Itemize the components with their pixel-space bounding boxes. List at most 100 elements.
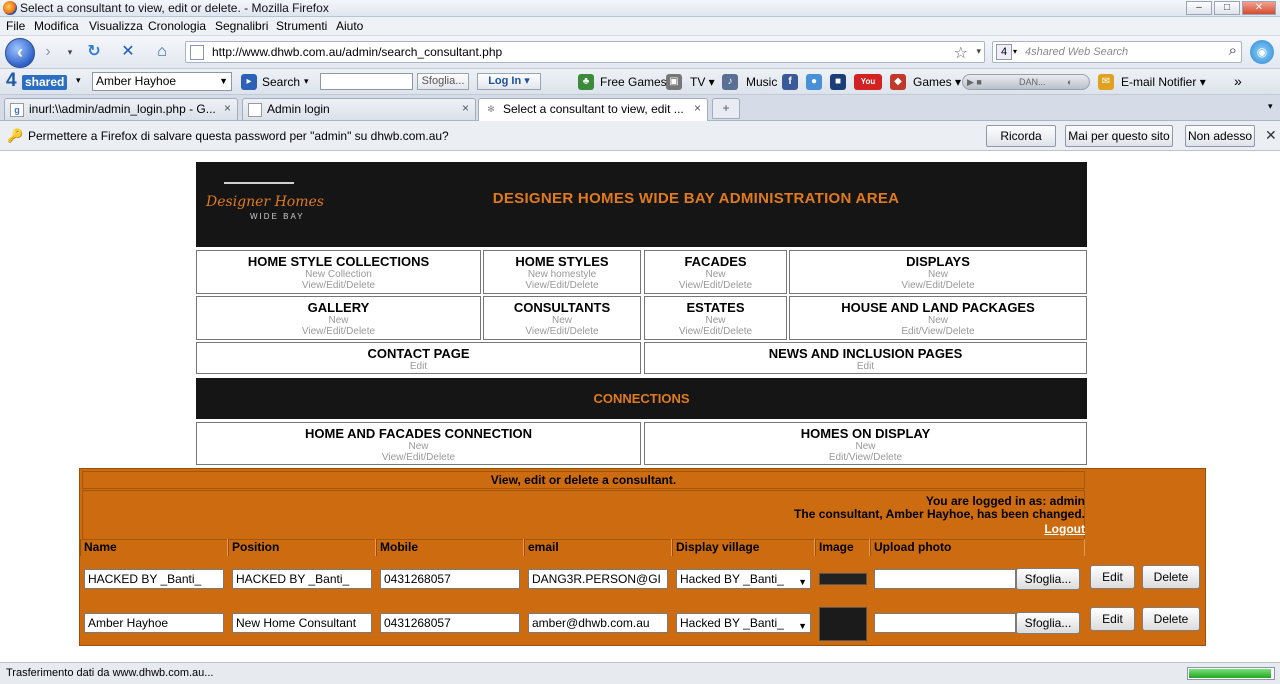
search-input[interactable]: 4shared Web Search: [1025, 46, 1128, 58]
nav-estates[interactable]: ESTATES New View/Edit/Delete: [644, 296, 787, 340]
position-field[interactable]: New Home Consultant: [232, 613, 372, 633]
delete-button[interactable]: Delete: [1142, 607, 1200, 631]
menu-cronologia[interactable]: Cronologia: [148, 19, 206, 33]
play-icon[interactable]: ▶ ■: [967, 75, 982, 89]
url-text[interactable]: http://www.dhwb.com.au/admin/search_cons…: [212, 45, 502, 59]
nav-home-style-collections[interactable]: HOME STYLE COLLECTIONS New Collection Vi…: [196, 250, 481, 294]
nav-news-and-inclusion-pages[interactable]: NEWS AND INCLUSION PAGES Edit: [644, 342, 1087, 374]
status-text: Trasferimento dati da www.dhwb.com.au...: [6, 667, 214, 679]
mobile-field[interactable]: 0431268057: [380, 613, 520, 633]
nav-home-styles[interactable]: HOME STYLES New homestyle View/Edit/Dele…: [483, 250, 641, 294]
col-header-upload-photo: Upload photo: [870, 539, 1085, 556]
site-header: Designer Homes WIDE BAY DESIGNER HOMES W…: [196, 162, 1087, 247]
tab-bar: g inurl:\\admin/admin_login.php - G... ×…: [0, 95, 1280, 121]
radio-player[interactable]: ▶ ■ DAN... ◐: [962, 74, 1090, 90]
addon-globe-icon[interactable]: ◉: [1250, 40, 1274, 64]
close-window-button[interactable]: ✕: [1242, 1, 1276, 15]
toolbar-music[interactable]: Music: [746, 75, 777, 89]
mobile-field[interactable]: 0431268057: [380, 569, 520, 589]
toolbar-search-button[interactable]: Search: [262, 75, 300, 89]
messenger-icon[interactable]: ●: [806, 74, 822, 90]
facebook-icon[interactable]: f: [782, 74, 798, 90]
back-button[interactable]: ‹: [5, 38, 35, 68]
toolbar-overflow[interactable]: »: [1234, 73, 1242, 89]
name-field[interactable]: HACKED BY _Banti_: [84, 569, 224, 589]
bookmark-star-icon[interactable]: ☆: [954, 43, 968, 63]
youtube-icon[interactable]: You: [854, 74, 882, 90]
name-field[interactable]: Amber Hayhoe: [84, 613, 224, 633]
account-select[interactable]: Amber Hayhoe ▼: [92, 72, 232, 91]
menu-strumenti[interactable]: Strumenti: [276, 19, 327, 33]
tab-admin-login[interactable]: Admin login ×: [242, 98, 476, 120]
upload-photo-field[interactable]: [874, 569, 1016, 589]
browse-button[interactable]: Sfoglia...: [1016, 612, 1080, 634]
edit-button[interactable]: Edit: [1090, 565, 1135, 589]
display-village-select[interactable]: Hacked BY _Banti_ ▼: [676, 613, 811, 633]
url-bar[interactable]: http://www.dhwb.com.au/admin/search_cons…: [185, 41, 985, 63]
toolbar-tv[interactable]: TV ▾: [690, 75, 715, 89]
search-toolbar-icon[interactable]: ▸: [241, 74, 257, 90]
close-icon[interactable]: ✕: [1265, 127, 1277, 144]
forward-icon[interactable]: ›: [38, 42, 58, 62]
menu-visualizza[interactable]: Visualizza: [89, 19, 143, 33]
email-field[interactable]: amber@dhwb.com.au: [528, 613, 668, 633]
toolbar-search-input[interactable]: [320, 73, 413, 90]
engine-dropdown-icon[interactable]: ▾: [1013, 47, 1017, 56]
menu-file[interactable]: File: [6, 19, 25, 33]
close-tab-icon[interactable]: ×: [224, 101, 231, 115]
never-for-site-button[interactable]: Mai per questo sito: [1065, 125, 1173, 147]
toolbar-browse-button[interactable]: Sfoglia...: [417, 73, 469, 90]
new-tab-button[interactable]: +: [712, 98, 740, 119]
delete-button[interactable]: Delete: [1142, 565, 1200, 589]
tab-admin-login-search[interactable]: g inurl:\\admin/admin_login.php - G... ×: [4, 98, 238, 120]
search-bar[interactable]: 4 ▾ 4shared Web Search ⌕: [992, 41, 1242, 63]
nav-facades[interactable]: FACADES New View/Edit/Delete: [644, 250, 787, 294]
close-tab-icon[interactable]: ×: [694, 101, 701, 115]
tab-select-consultant[interactable]: ✻ Select a consultant to view, edit ... …: [478, 98, 708, 121]
nav-consultants[interactable]: CONSULTANTS New View/Edit/Delete: [483, 296, 641, 340]
menu-segnalibri[interactable]: Segnalibri: [215, 19, 268, 33]
upload-photo-field[interactable]: [874, 613, 1016, 633]
not-now-button[interactable]: Non adesso: [1185, 125, 1255, 147]
email-field[interactable]: DANG3R.PERSON@GI: [528, 569, 668, 589]
minimize-button[interactable]: –: [1186, 1, 1212, 15]
menu-modifica[interactable]: Modifica: [34, 19, 79, 33]
search-engine-icon[interactable]: 4: [996, 44, 1012, 60]
nav-house-and-land-packages[interactable]: HOUSE AND LAND PACKAGES New Edit/View/De…: [789, 296, 1087, 340]
logo-dropdown-icon[interactable]: ▾: [76, 75, 81, 86]
reload-icon[interactable]: ↻: [84, 42, 104, 62]
4shared-logo[interactable]: 4 shared: [4, 70, 72, 91]
search-icon[interactable]: ⌕: [1229, 42, 1237, 59]
admin-area-title: DESIGNER HOMES WIDE BAY ADMINISTRATION A…: [492, 190, 900, 207]
toolbar-login-button[interactable]: Log In ▾: [477, 73, 541, 90]
display-village-select[interactable]: Hacked BY _Banti_ ▼: [676, 569, 811, 589]
nav-homes-on-display[interactable]: HOMES ON DISPLAY New Edit/View/Delete: [644, 422, 1087, 465]
nav-contact-page[interactable]: CONTACT PAGE Edit: [196, 342, 641, 374]
position-field[interactable]: HACKED BY _Banti_: [232, 569, 372, 589]
toolbar-search-dropdown[interactable]: ▾: [304, 76, 309, 87]
nav-gallery[interactable]: GALLERY New View/Edit/Delete: [196, 296, 481, 340]
maximize-button[interactable]: □: [1214, 1, 1240, 15]
toolbar-games[interactable]: Games ▾: [913, 75, 961, 89]
edit-button[interactable]: Edit: [1090, 607, 1135, 631]
social-icon[interactable]: ■: [830, 74, 846, 90]
stop-icon[interactable]: ✕: [118, 42, 138, 62]
nav-displays[interactable]: DISPLAYS New View/Edit/Delete: [789, 250, 1087, 294]
nav-home-and-facades-connection[interactable]: HOME AND FACADES CONNECTION New View/Edi…: [196, 422, 641, 465]
url-dropdown-icon[interactable]: ▾: [976, 46, 981, 57]
email-icon: ✉: [1098, 74, 1114, 90]
menu-aiuto[interactable]: Aiuto: [336, 19, 363, 33]
browse-button[interactable]: Sfoglia...: [1016, 568, 1080, 590]
toolbar-free-games[interactable]: Free Games: [600, 75, 667, 89]
site-logo: Designer Homes WIDE BAY: [204, 182, 324, 227]
google-icon: g: [10, 103, 24, 117]
history-dropdown-icon[interactable]: ▾: [60, 42, 80, 62]
remember-button[interactable]: Ricorda: [986, 125, 1056, 147]
tab-list-icon[interactable]: ▾: [1268, 101, 1273, 112]
logout-link[interactable]: Logout: [1044, 522, 1085, 536]
toolbar-email-notifier[interactable]: E-mail Notifier ▾: [1121, 75, 1206, 89]
close-tab-icon[interactable]: ×: [462, 101, 469, 115]
volume-icon[interactable]: ◐: [1067, 75, 1072, 89]
home-icon[interactable]: ⌂: [152, 42, 172, 62]
menu-bar: File Modifica Visualizza Cronologia Segn…: [0, 17, 1280, 36]
